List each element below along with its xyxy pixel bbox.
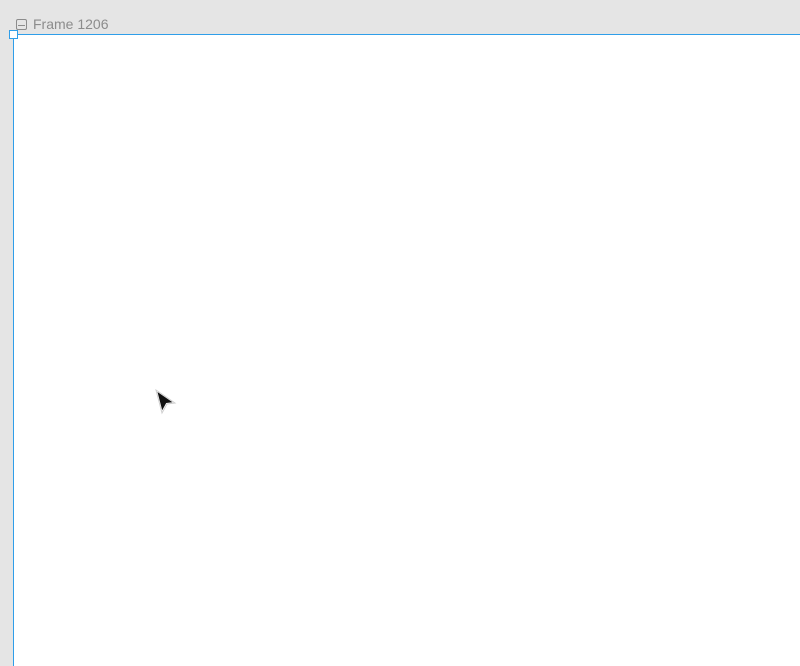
selection-handle-top-left[interactable]	[9, 30, 18, 39]
arrow-cursor-icon	[154, 389, 178, 415]
frame-area[interactable]	[13, 34, 800, 666]
frame-icon	[16, 18, 27, 30]
frame-title[interactable]: Frame 1206	[33, 15, 108, 33]
frame-label[interactable]: Frame 1206	[16, 15, 108, 33]
design-canvas[interactable]: Frame 1206	[0, 0, 800, 666]
